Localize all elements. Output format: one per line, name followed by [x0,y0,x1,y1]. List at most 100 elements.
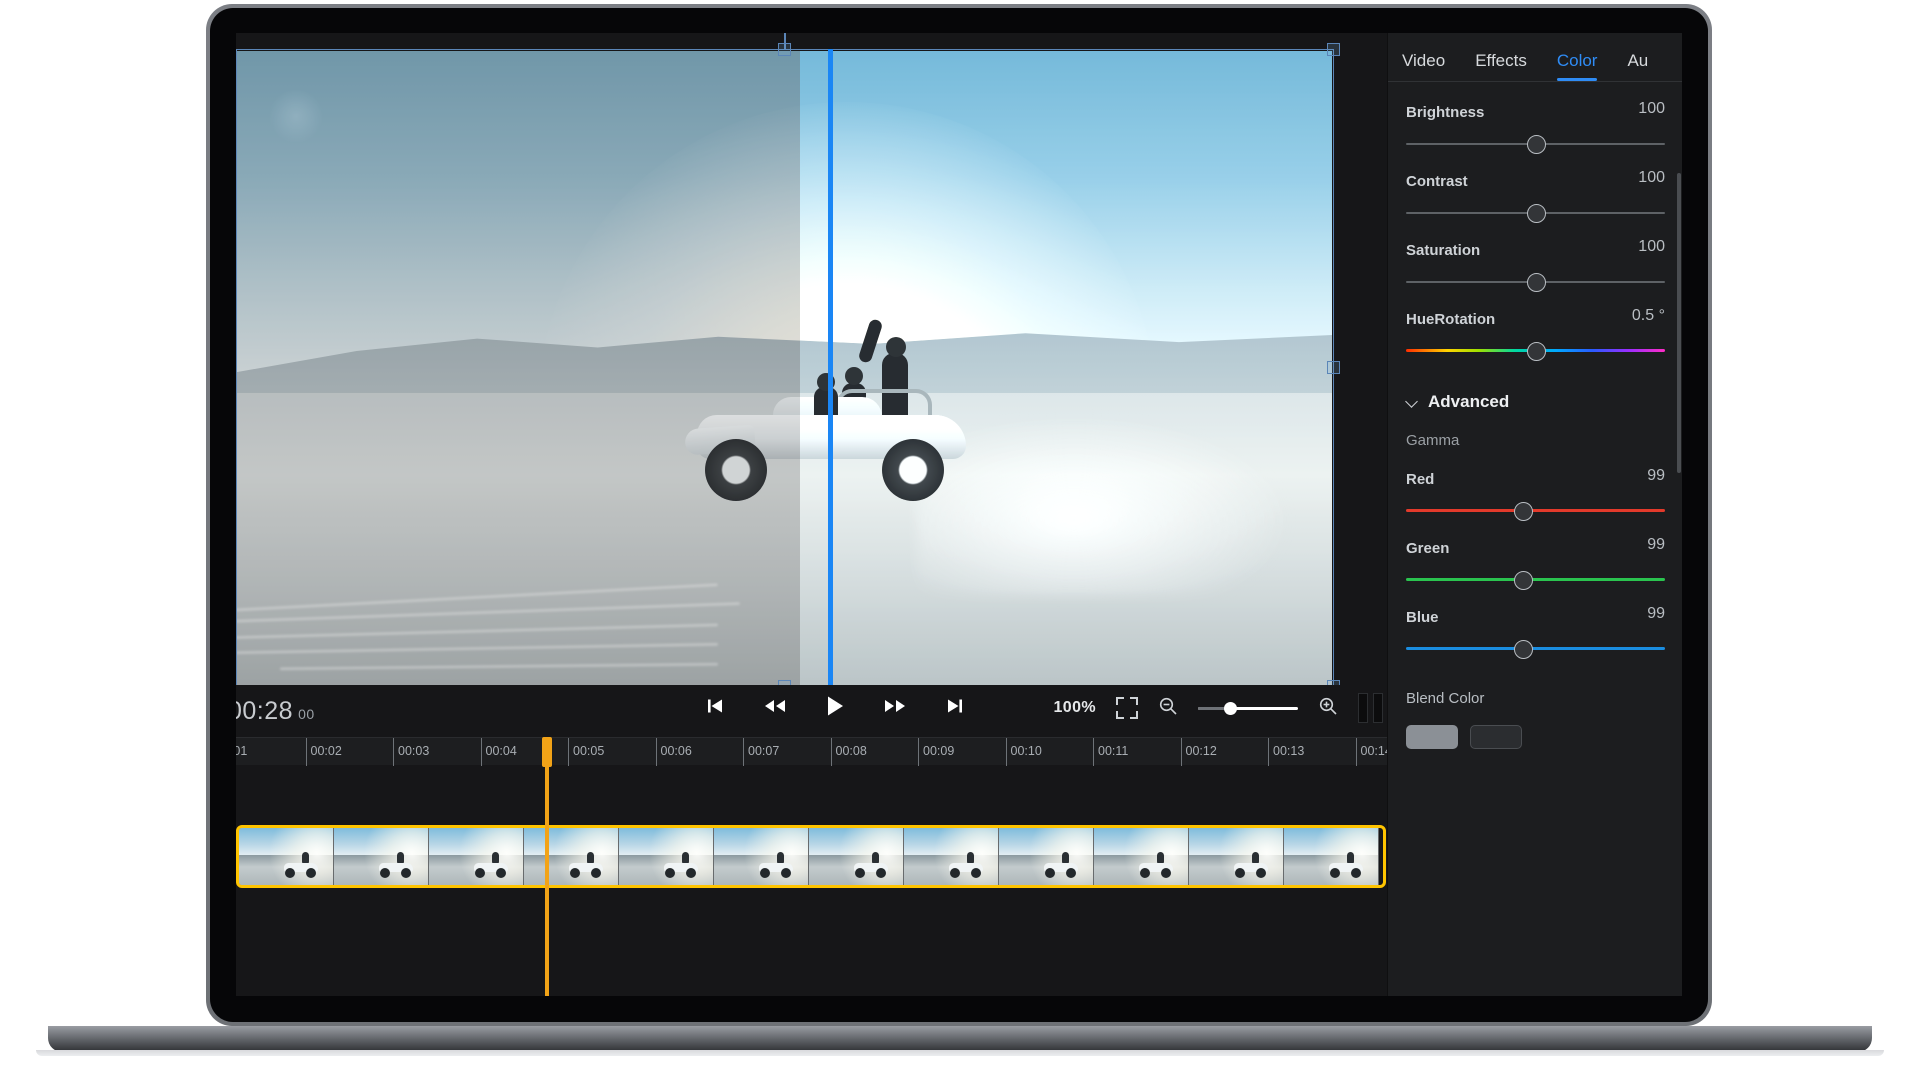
param-value: 100 [1638,100,1665,117]
param-value: 0.5 ° [1631,307,1665,324]
fit-to-screen-icon[interactable] [1116,697,1138,719]
thumb-wheel [475,867,486,878]
thumb-wheel [285,867,296,878]
ruler-tick: 00:09 [918,738,954,766]
tab-video[interactable]: Video [1402,51,1461,81]
fast-forward-icon[interactable] [882,691,908,721]
rewind-icon[interactable] [762,691,788,721]
rider-standing-head [885,336,906,357]
split-compare-divider[interactable] [828,49,833,687]
thumb-wheel [950,867,961,878]
thumb-wheel [781,867,792,878]
ruler-tick: 00:10 [1005,738,1042,766]
tab-color[interactable]: Color [1556,51,1614,81]
slider-saturation[interactable] [1406,273,1665,292]
param-value: 100 [1638,238,1665,255]
thumb-wheel [1066,867,1077,878]
blend-color-swatch[interactable] [1406,725,1458,749]
lens-flare [268,89,323,144]
rotate-handle-stem [784,33,786,50]
ruler-tick: 00:13 [1268,738,1304,766]
gamma-group-label: Gamma [1406,432,1460,449]
thumb-buggy [472,851,510,878]
ruler-tick: 00:07 [743,738,779,766]
slider-gamma-blue[interactable] [1406,640,1665,659]
playhead-handle[interactable] [542,737,552,767]
inspector-scrollbar[interactable] [1677,173,1681,473]
tab-au[interactable]: Au [1627,51,1664,81]
slider-knob[interactable] [1513,571,1533,590]
slider-knob[interactable] [1513,640,1533,659]
advanced-section-header[interactable]: Advanced [1406,392,1665,412]
tab-effects[interactable]: Effects [1475,51,1543,81]
param-huerotation: HueRotation 0.5 ° [1406,307,1665,361]
gamma-value: 99 [1647,467,1665,484]
thumb-wheel [1330,867,1341,878]
skip-to-start-icon[interactable] [702,691,728,721]
gamma-label: Green [1406,540,1450,557]
slider-knob[interactable] [1526,135,1546,154]
laptop-mockup: 00:2800 100% [0,0,1920,1080]
slider-knob[interactable] [1526,342,1546,361]
timecode-value: 00:28 [236,697,294,725]
slider-brightness[interactable] [1406,135,1665,154]
slider-knob[interactable] [1526,273,1546,292]
thumb-wheel [876,867,887,878]
thumb-wheel [760,867,771,878]
thumb-wheel [591,867,602,878]
inspector-panel: Video Effects Color Au Brightness 100 Contras… [1387,33,1682,996]
advanced-label: Advanced [1428,392,1510,411]
thumb-wheel [496,867,507,878]
ruler-tick: 00:02 [305,738,342,766]
playback-controls [702,691,968,721]
thumb-buggy [1327,851,1365,878]
clip-thumbnail [1189,828,1284,885]
clip-thumbnail [809,828,904,885]
thumb-wheel [401,867,412,878]
video-after-half [800,51,1332,685]
video-preview-area[interactable] [236,33,1387,723]
buggy-body [800,414,966,459]
gamma-value: 99 [1647,605,1665,622]
playhead[interactable] [545,737,549,996]
video-canvas[interactable] [236,51,1332,685]
clip-thumbnail [1094,828,1189,885]
video-scene-after [800,51,1332,685]
slider-gamma-red[interactable] [1406,502,1665,521]
param-label: Contrast [1406,173,1468,190]
slider-knob[interactable] [1526,204,1546,223]
thumb-wheel [686,867,697,878]
zoom-in-icon[interactable] [1318,696,1338,721]
zoom-percent-label[interactable]: 100% [1053,699,1096,717]
zoom-out-icon[interactable] [1158,696,1178,721]
play-icon[interactable] [822,691,848,721]
app-screen: 00:2800 100% [236,33,1682,996]
dune-buggy [684,381,801,501]
blend-color-picker[interactable] [1470,725,1522,749]
inspector-tabs: Video Effects Color Au [1388,33,1682,81]
skip-to-end-icon[interactable] [942,691,968,721]
timeline-clip-selected[interactable] [236,825,1386,888]
slider-gamma-green[interactable] [1406,571,1665,590]
slider-knob[interactable] [1513,502,1533,521]
chevron-down-icon [1406,396,1418,408]
slider-huerotation[interactable] [1406,342,1665,361]
thumb-buggy [947,851,985,878]
split-view-icon[interactable] [1358,693,1383,723]
thumb-buggy [1042,851,1080,878]
ruler-tick: 0:01 [236,738,247,766]
thumb-wheel [971,867,982,878]
timeline-ruler[interactable]: 0:01 00:02 00:03 00:04 00:05 00:06 00:07 00:08 0… [236,737,1392,766]
zoom-slider[interactable] [1198,700,1298,716]
zoom-slider-knob[interactable] [1224,702,1237,715]
thumb-wheel [665,867,676,878]
slider-contrast[interactable] [1406,204,1665,223]
thumb-buggy [282,851,320,878]
timecode-display: 00:2800 [236,697,315,726]
thumb-wheel [1351,867,1362,878]
timeline[interactable]: 0:01 00:02 00:03 00:04 00:05 00:06 00:07 00:08 0… [236,737,1584,996]
clip-thumbnail [619,828,714,885]
gamma-label: Red [1406,471,1435,488]
ruler-tick: 00:04 [480,738,517,766]
param-value: 100 [1638,169,1665,186]
